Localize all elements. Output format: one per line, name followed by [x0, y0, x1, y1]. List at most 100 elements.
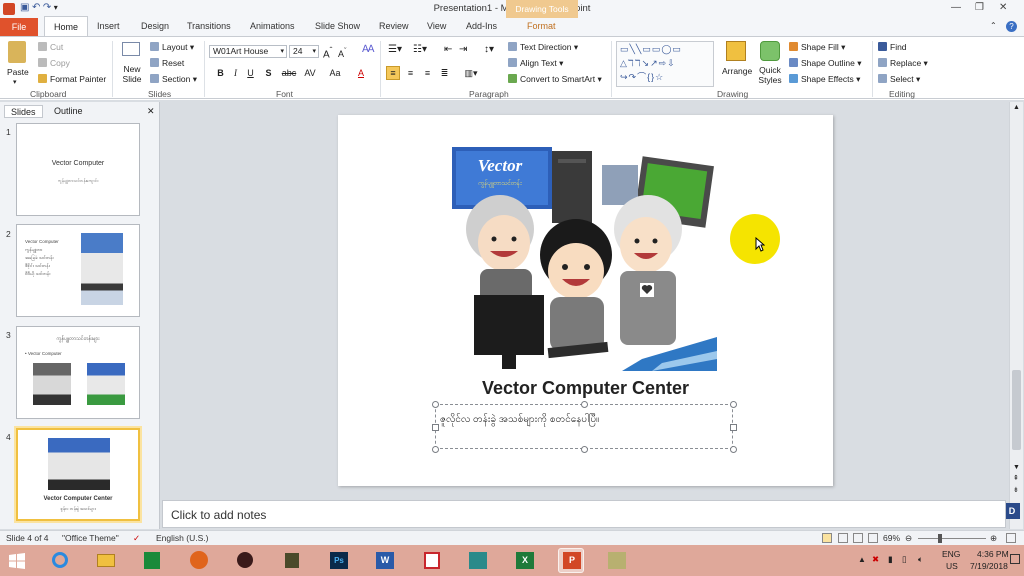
resize-handle[interactable] — [581, 401, 588, 408]
show-hidden-icons-icon[interactable]: ▲ — [858, 555, 866, 564]
strikethrough-icon[interactable]: abc — [280, 67, 298, 80]
tab-format[interactable]: Format — [527, 21, 556, 31]
slide-thumbnail-4[interactable]: Vector Computer Center ဇွန်လ တန်းခွဲ အသစ… — [16, 428, 140, 521]
scroll-up-icon[interactable]: ▲ — [1013, 104, 1020, 111]
quick-styles-button[interactable]: Quick Styles — [756, 65, 784, 85]
cut-button[interactable]: Cut — [38, 42, 63, 52]
volume-icon[interactable]: 🔈︎ — [918, 554, 923, 565]
quick-styles-icon[interactable] — [760, 41, 780, 61]
paste-icon[interactable] — [8, 41, 26, 63]
scroll-down-icon[interactable]: ▼ — [1013, 464, 1020, 471]
copy-button[interactable]: Copy — [38, 58, 70, 68]
resize-handle[interactable] — [432, 446, 439, 453]
replace-button[interactable]: Replace ▾ — [878, 58, 928, 69]
zoom-out-icon[interactable]: ⊖ — [905, 533, 912, 544]
align-text-button[interactable]: Align Text ▾ — [508, 58, 563, 69]
zoom-level[interactable]: 69% — [883, 533, 900, 543]
resize-handle[interactable] — [730, 401, 737, 408]
shrink-font-icon[interactable]: Aˇ — [338, 46, 347, 59]
slide-canvas[interactable]: Vector ကွန်ပျူတာသင်တန်း Vector Computer … — [338, 115, 833, 486]
bold-icon[interactable]: B — [214, 67, 227, 80]
paste-dropdown-icon[interactable]: ▾ — [13, 78, 17, 86]
new-slide-button[interactable]: New Slide — [118, 64, 146, 84]
tab-slide-show[interactable]: Slide Show — [315, 21, 360, 31]
font-size-dropdown-icon[interactable]: ▾ — [312, 46, 316, 57]
input-region[interactable]: US — [946, 561, 958, 571]
slide-thumbnail-1[interactable]: Vector Computer ကွန်ပျူတာသင်တန်းကျောင်း — [16, 123, 140, 216]
zoom-slider-thumb[interactable] — [938, 534, 942, 543]
fit-to-window-icon[interactable] — [1006, 533, 1016, 543]
zoom-slider[interactable] — [918, 538, 986, 539]
minimize-ribbon-icon[interactable]: ⌃ — [990, 21, 997, 30]
network-icon[interactable]: ✖ — [872, 554, 879, 565]
change-case-icon[interactable]: Aa — [326, 67, 344, 80]
scroll-thumb[interactable] — [1012, 370, 1021, 450]
resize-handle[interactable] — [432, 424, 439, 431]
device-icon[interactable]: ▯ — [902, 554, 907, 565]
panel-tab-outline[interactable]: Outline — [48, 105, 89, 118]
store-icon[interactable] — [139, 548, 165, 573]
align-center-icon[interactable]: ≡ — [404, 67, 417, 80]
panel-tab-slides[interactable]: Slides — [4, 105, 43, 118]
help-icon[interactable]: ? — [1006, 21, 1017, 32]
text-shadow-icon[interactable]: S — [262, 67, 275, 80]
slide-sorter-icon[interactable] — [838, 533, 848, 543]
font-color-icon[interactable]: A — [352, 67, 370, 80]
joystick-icon[interactable] — [232, 548, 258, 573]
shape-outline-button[interactable]: Shape Outline ▾ — [789, 58, 862, 69]
minimize-icon[interactable]: — — [951, 2, 961, 13]
bullets-icon[interactable]: ☰▾ — [388, 44, 402, 55]
internet-explorer-icon[interactable] — [47, 548, 73, 573]
language-indicator[interactable]: English (U.S.) — [156, 533, 208, 543]
tab-home[interactable]: Home — [44, 16, 88, 37]
grow-font-icon[interactable]: Aˆ — [323, 45, 332, 60]
input-language[interactable]: ENG — [942, 549, 960, 559]
next-slide-icon[interactable]: ⇟ — [1013, 486, 1019, 494]
windows-start-icon[interactable] — [9, 553, 25, 569]
acrobat-icon[interactable] — [419, 548, 445, 573]
section-button[interactable]: Section ▾ — [150, 74, 197, 85]
theme-name[interactable]: "Office Theme" — [62, 533, 119, 543]
character-spacing-icon[interactable]: AV — [301, 67, 319, 80]
layout-button[interactable]: Layout ▾ — [150, 42, 194, 53]
slide-thumbnail-3[interactable]: ကွန်ပျူတာသင်တန်းများ • Vector Computer — [16, 326, 140, 419]
italic-icon[interactable]: I — [229, 67, 242, 80]
video-camera-icon[interactable] — [279, 548, 305, 573]
font-size-combo[interactable]: 24 ▾ — [289, 45, 319, 58]
close-icon[interactable]: ✕ — [999, 2, 1007, 13]
shape-fill-button[interactable]: Shape Fill ▾ — [789, 42, 845, 53]
usb-icon[interactable]: ▮ — [888, 554, 893, 565]
font-name-dropdown-icon[interactable]: ▾ — [280, 46, 284, 57]
increase-indent-icon[interactable]: ⇥ — [459, 44, 467, 55]
slide-show-icon[interactable] — [868, 533, 878, 543]
reading-view-icon[interactable] — [853, 533, 863, 543]
powerpoint-taskbar-icon[interactable]: P — [558, 548, 584, 573]
resize-handle[interactable] — [581, 446, 588, 453]
close-panel-icon[interactable]: ✕ — [147, 106, 155, 117]
arrange-button[interactable]: Arrange — [722, 66, 752, 76]
firefox-icon[interactable] — [186, 548, 212, 573]
underline-icon[interactable]: U — [244, 67, 257, 80]
select-button[interactable]: Select ▾ — [878, 74, 920, 85]
shape-effects-button[interactable]: Shape Effects ▾ — [789, 74, 860, 85]
zoom-in-icon[interactable]: ⊕ — [990, 533, 997, 544]
subtitle-placeholder[interactable]: ဇူလိုင်လ တန်းခွဲ အသစ်များကို စတင်နေပါပြီ… — [432, 401, 737, 453]
tab-review[interactable]: Review — [379, 21, 409, 31]
text-direction-button[interactable]: Text Direction ▾ — [508, 42, 578, 53]
action-center-icon[interactable] — [1010, 554, 1020, 564]
decrease-indent-icon[interactable]: ⇤ — [444, 44, 452, 55]
word-icon[interactable]: W — [372, 548, 398, 573]
tab-transitions[interactable]: Transitions — [187, 21, 231, 31]
convert-smartart-button[interactable]: Convert to SmartArt ▾ — [508, 74, 602, 85]
tab-add-ins[interactable]: Add-Ins — [466, 21, 497, 31]
slide-thumbnail-2[interactable]: Vector Computer ကွန်ပျူတာ အခြေခံ သင်တန်း… — [16, 224, 140, 317]
clear-formatting-icon[interactable]: Ꜳ — [362, 44, 375, 55]
resize-handle[interactable] — [730, 446, 737, 453]
shapes-gallery[interactable]: ▭╲╲▭▭◯▭ △ℸℸ↘↗⇨⇩ ↪↷⌒{}☆ — [616, 41, 714, 87]
find-button[interactable]: Find — [878, 42, 907, 52]
spelling-icon[interactable]: ✓ — [133, 533, 140, 544]
tab-design[interactable]: Design — [141, 21, 169, 31]
resize-handle[interactable] — [432, 401, 439, 408]
subtitle-text[interactable]: ဇူလိုင်လ တန်းခွဲ အသစ်များကို စတင်နေပါပြီ… — [440, 412, 599, 427]
reset-button[interactable]: Reset — [150, 58, 184, 68]
